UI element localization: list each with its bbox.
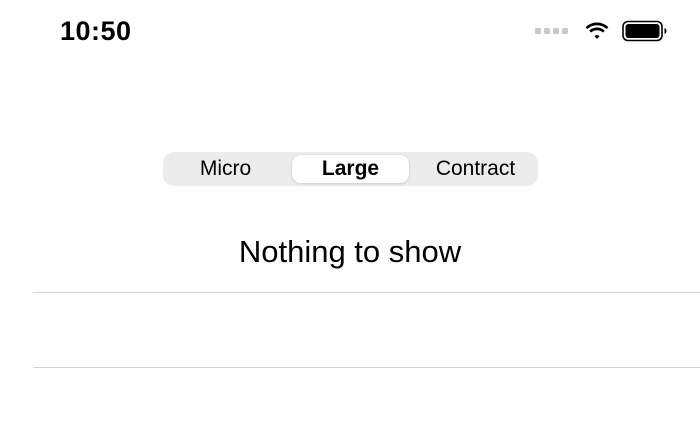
empty-state-message: Nothing to show xyxy=(238,234,462,269)
segmented-control: Micro Large Contract xyxy=(163,152,538,186)
status-time: 10:50 xyxy=(60,16,132,46)
battery-icon xyxy=(622,20,667,42)
segment-contract[interactable]: Contract xyxy=(413,152,538,186)
segment-large[interactable]: Large xyxy=(292,152,409,186)
list-divider xyxy=(33,292,700,293)
segment-micro-label: Micro xyxy=(199,157,252,180)
wifi-icon xyxy=(585,22,609,39)
app-screen: 10:50 Micro Large Contract Nothing to sh… xyxy=(0,0,700,422)
list-divider xyxy=(33,367,700,368)
status-icons xyxy=(535,17,668,45)
segment-contract-label: Contract xyxy=(435,157,516,180)
segment-large-label: Large xyxy=(321,157,380,180)
cellular-signal-icon xyxy=(535,28,568,34)
segment-micro[interactable]: Micro xyxy=(163,152,288,186)
